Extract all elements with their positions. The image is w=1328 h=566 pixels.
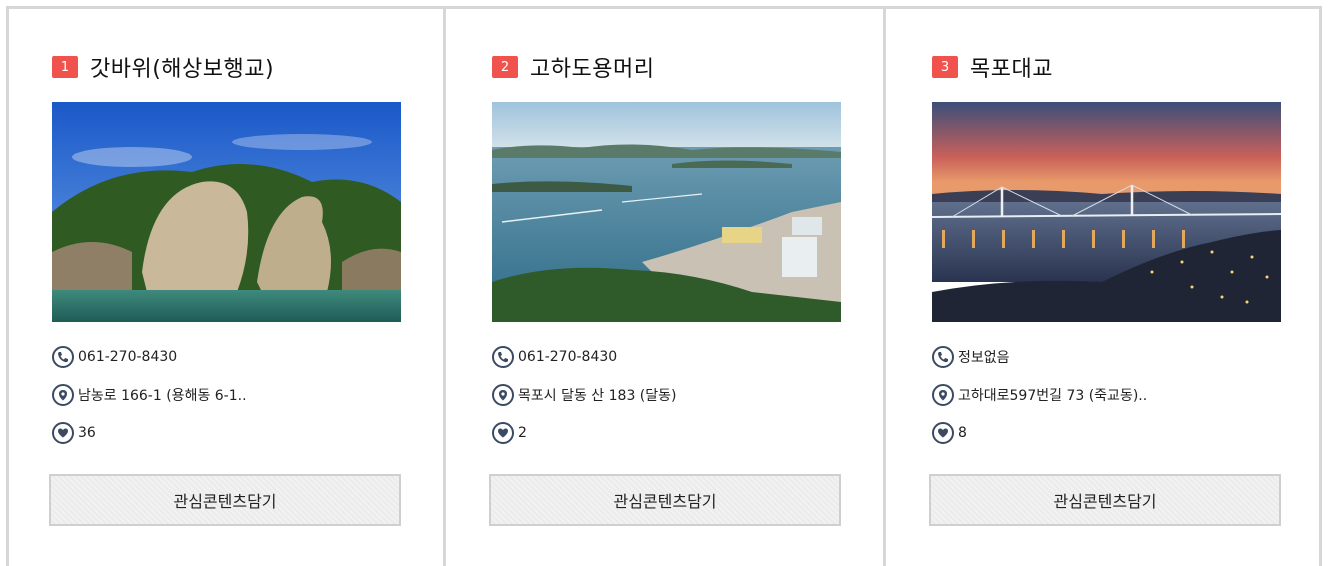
phone-row: 정보없음 [932, 342, 1010, 372]
likes-count: 8 [958, 425, 967, 441]
attraction-card: 3 목포대교 정보없음 고하대로597번길 73 (죽교동).. 8 관심콘텐츠… [886, 6, 1322, 558]
card-thumbnail[interactable] [932, 102, 1281, 322]
likes-count: 2 [518, 425, 527, 441]
card-title[interactable]: 갓바위(해상보행교) [90, 51, 274, 83]
address-row: 남농로 166-1 (용해동 6-1.. [52, 380, 247, 410]
location-pin-icon [932, 384, 954, 406]
location-pin-icon [492, 384, 514, 406]
attraction-card: 1 갓바위(해상보행교) 061-270-8430 남농로 166-1 (용해동… [6, 6, 442, 558]
add-to-favorites-button[interactable]: 관심콘텐츠담기 [49, 474, 401, 526]
address-text: 남농로 166-1 (용해동 6-1.. [78, 388, 247, 404]
card-title[interactable]: 목포대교 [970, 51, 1053, 83]
address-text: 목포시 달동 산 183 (달동) [518, 388, 677, 404]
phone-icon [492, 346, 514, 368]
phone-text: 정보없음 [958, 350, 1010, 366]
card-title-row[interactable]: 1 갓바위(해상보행교) [52, 52, 274, 82]
heart-icon [932, 422, 954, 444]
phone-row: 061-270-8430 [52, 342, 177, 372]
address-row: 고하대로597번길 73 (죽교동).. [932, 380, 1147, 410]
attraction-card: 2 고하도용머리 061-270-8430 목포시 달동 산 183 (달동) … [446, 6, 882, 558]
card-thumbnail[interactable] [52, 102, 401, 322]
rank-badge: 3 [932, 56, 958, 78]
card-title-row[interactable]: 2 고하도용머리 [492, 52, 654, 82]
likes-count: 36 [78, 425, 96, 441]
phone-text: 061-270-8430 [78, 349, 178, 365]
likes-row: 2 [492, 418, 527, 448]
address-row: 목포시 달동 산 183 (달동) [492, 380, 677, 410]
phone-icon [52, 346, 74, 368]
card-title[interactable]: 고하도용머리 [530, 51, 654, 83]
rank-badge: 1 [52, 56, 78, 78]
likes-row: 36 [52, 418, 96, 448]
add-to-favorites-button[interactable]: 관심콘텐츠담기 [929, 474, 1281, 526]
phone-text: 061-270-8430 [518, 349, 618, 365]
heart-icon [52, 422, 74, 444]
phone-icon [932, 346, 954, 368]
location-pin-icon [52, 384, 74, 406]
phone-row: 061-270-8430 [492, 342, 617, 372]
card-thumbnail[interactable] [492, 102, 841, 322]
card-title-row[interactable]: 3 목포대교 [932, 52, 1053, 82]
add-to-favorites-button[interactable]: 관심콘텐츠담기 [489, 474, 841, 526]
rank-badge: 2 [492, 56, 518, 78]
heart-icon [492, 422, 514, 444]
likes-row: 8 [932, 418, 967, 448]
address-text: 고하대로597번길 73 (죽교동).. [958, 388, 1148, 404]
